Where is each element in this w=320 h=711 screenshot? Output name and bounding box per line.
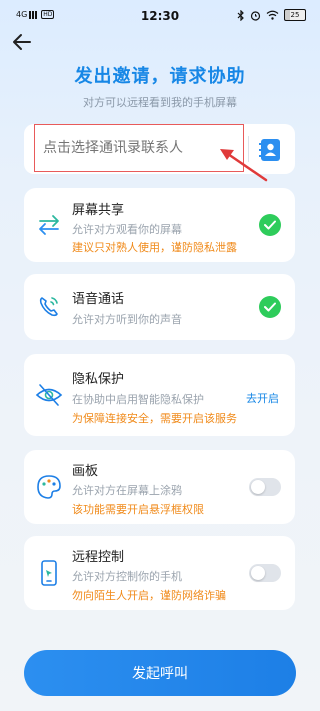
battery-level: 25 <box>290 11 300 19</box>
card-desc: 允许对方在屏幕上涂鸦 <box>72 484 182 497</box>
palette-icon <box>37 475 61 499</box>
back-arrow-icon[interactable] <box>10 30 34 54</box>
phone-touch-icon <box>41 560 57 586</box>
card-desc: 允许对方观看你的屏幕 <box>72 223 182 236</box>
contact-input[interactable] <box>34 124 244 172</box>
annotation-arrow <box>220 149 268 182</box>
card-title: 远程控制 <box>72 550 125 565</box>
card-screen-share: 屏幕共享 允许对方观看你的屏幕 建议只对熟人使用，谨防隐私泄露 <box>24 188 295 262</box>
card-title: 屏幕共享 <box>72 203 125 218</box>
status-bar: 4G HD 12:30 25 <box>0 0 320 36</box>
phone-icon <box>39 297 58 317</box>
toggle-knob <box>251 480 265 494</box>
start-call-button[interactable]: 发起呼叫 <box>24 650 296 696</box>
card-desc: 在协助中启用智能隐私保护 <box>72 393 204 406</box>
card-remote-control: 远程控制 允许对方控制你的手机 勿向陌生人开启，谨防网络诈骗 <box>24 536 295 610</box>
check-icon[interactable] <box>259 296 281 318</box>
toggle-knob <box>251 566 265 580</box>
card-warning: 为保障连接安全，需要开启该服务 <box>72 412 237 425</box>
privacy-eye-icon <box>35 384 63 406</box>
enable-link[interactable]: 去开启 <box>246 390 279 406</box>
card-title: 隐私保护 <box>72 372 125 387</box>
card-warning: 该功能需要开启悬浮框权限 <box>72 503 204 516</box>
wifi-icon <box>266 10 279 20</box>
check-icon[interactable] <box>259 214 281 236</box>
card-warning: 建议只对熟人使用，谨防隐私泄露 <box>72 241 237 254</box>
page-subtitle: 对方可以远程看到我的手机屏幕 <box>83 96 237 109</box>
card-desc: 允许对方控制你的手机 <box>72 570 182 583</box>
status-right: 25 <box>237 9 306 21</box>
page-title: 发出邀请，请求协助 <box>74 66 246 87</box>
card-title: 语音通话 <box>72 292 125 307</box>
card-voice-call: 语音通话 允许对方听到你的声音 <box>24 274 295 340</box>
screen-share-icon <box>39 215 59 235</box>
bluetooth-icon <box>237 9 244 21</box>
battery-icon: 25 <box>284 9 306 21</box>
drawing-toggle[interactable] <box>249 478 281 496</box>
card-privacy: 隐私保护 在协助中启用智能隐私保护 为保障连接安全，需要开启该服务 去开启 <box>24 354 295 436</box>
card-warning: 勿向陌生人开启，谨防网络诈骗 <box>72 589 226 602</box>
card-desc: 允许对方听到你的声音 <box>72 313 182 326</box>
card-drawing-board: 画板 允许对方在屏幕上涂鸦 该功能需要开启悬浮框权限 <box>24 450 295 524</box>
card-title: 画板 <box>72 464 99 479</box>
alarm-icon <box>250 10 261 21</box>
remote-control-toggle[interactable] <box>249 564 281 582</box>
